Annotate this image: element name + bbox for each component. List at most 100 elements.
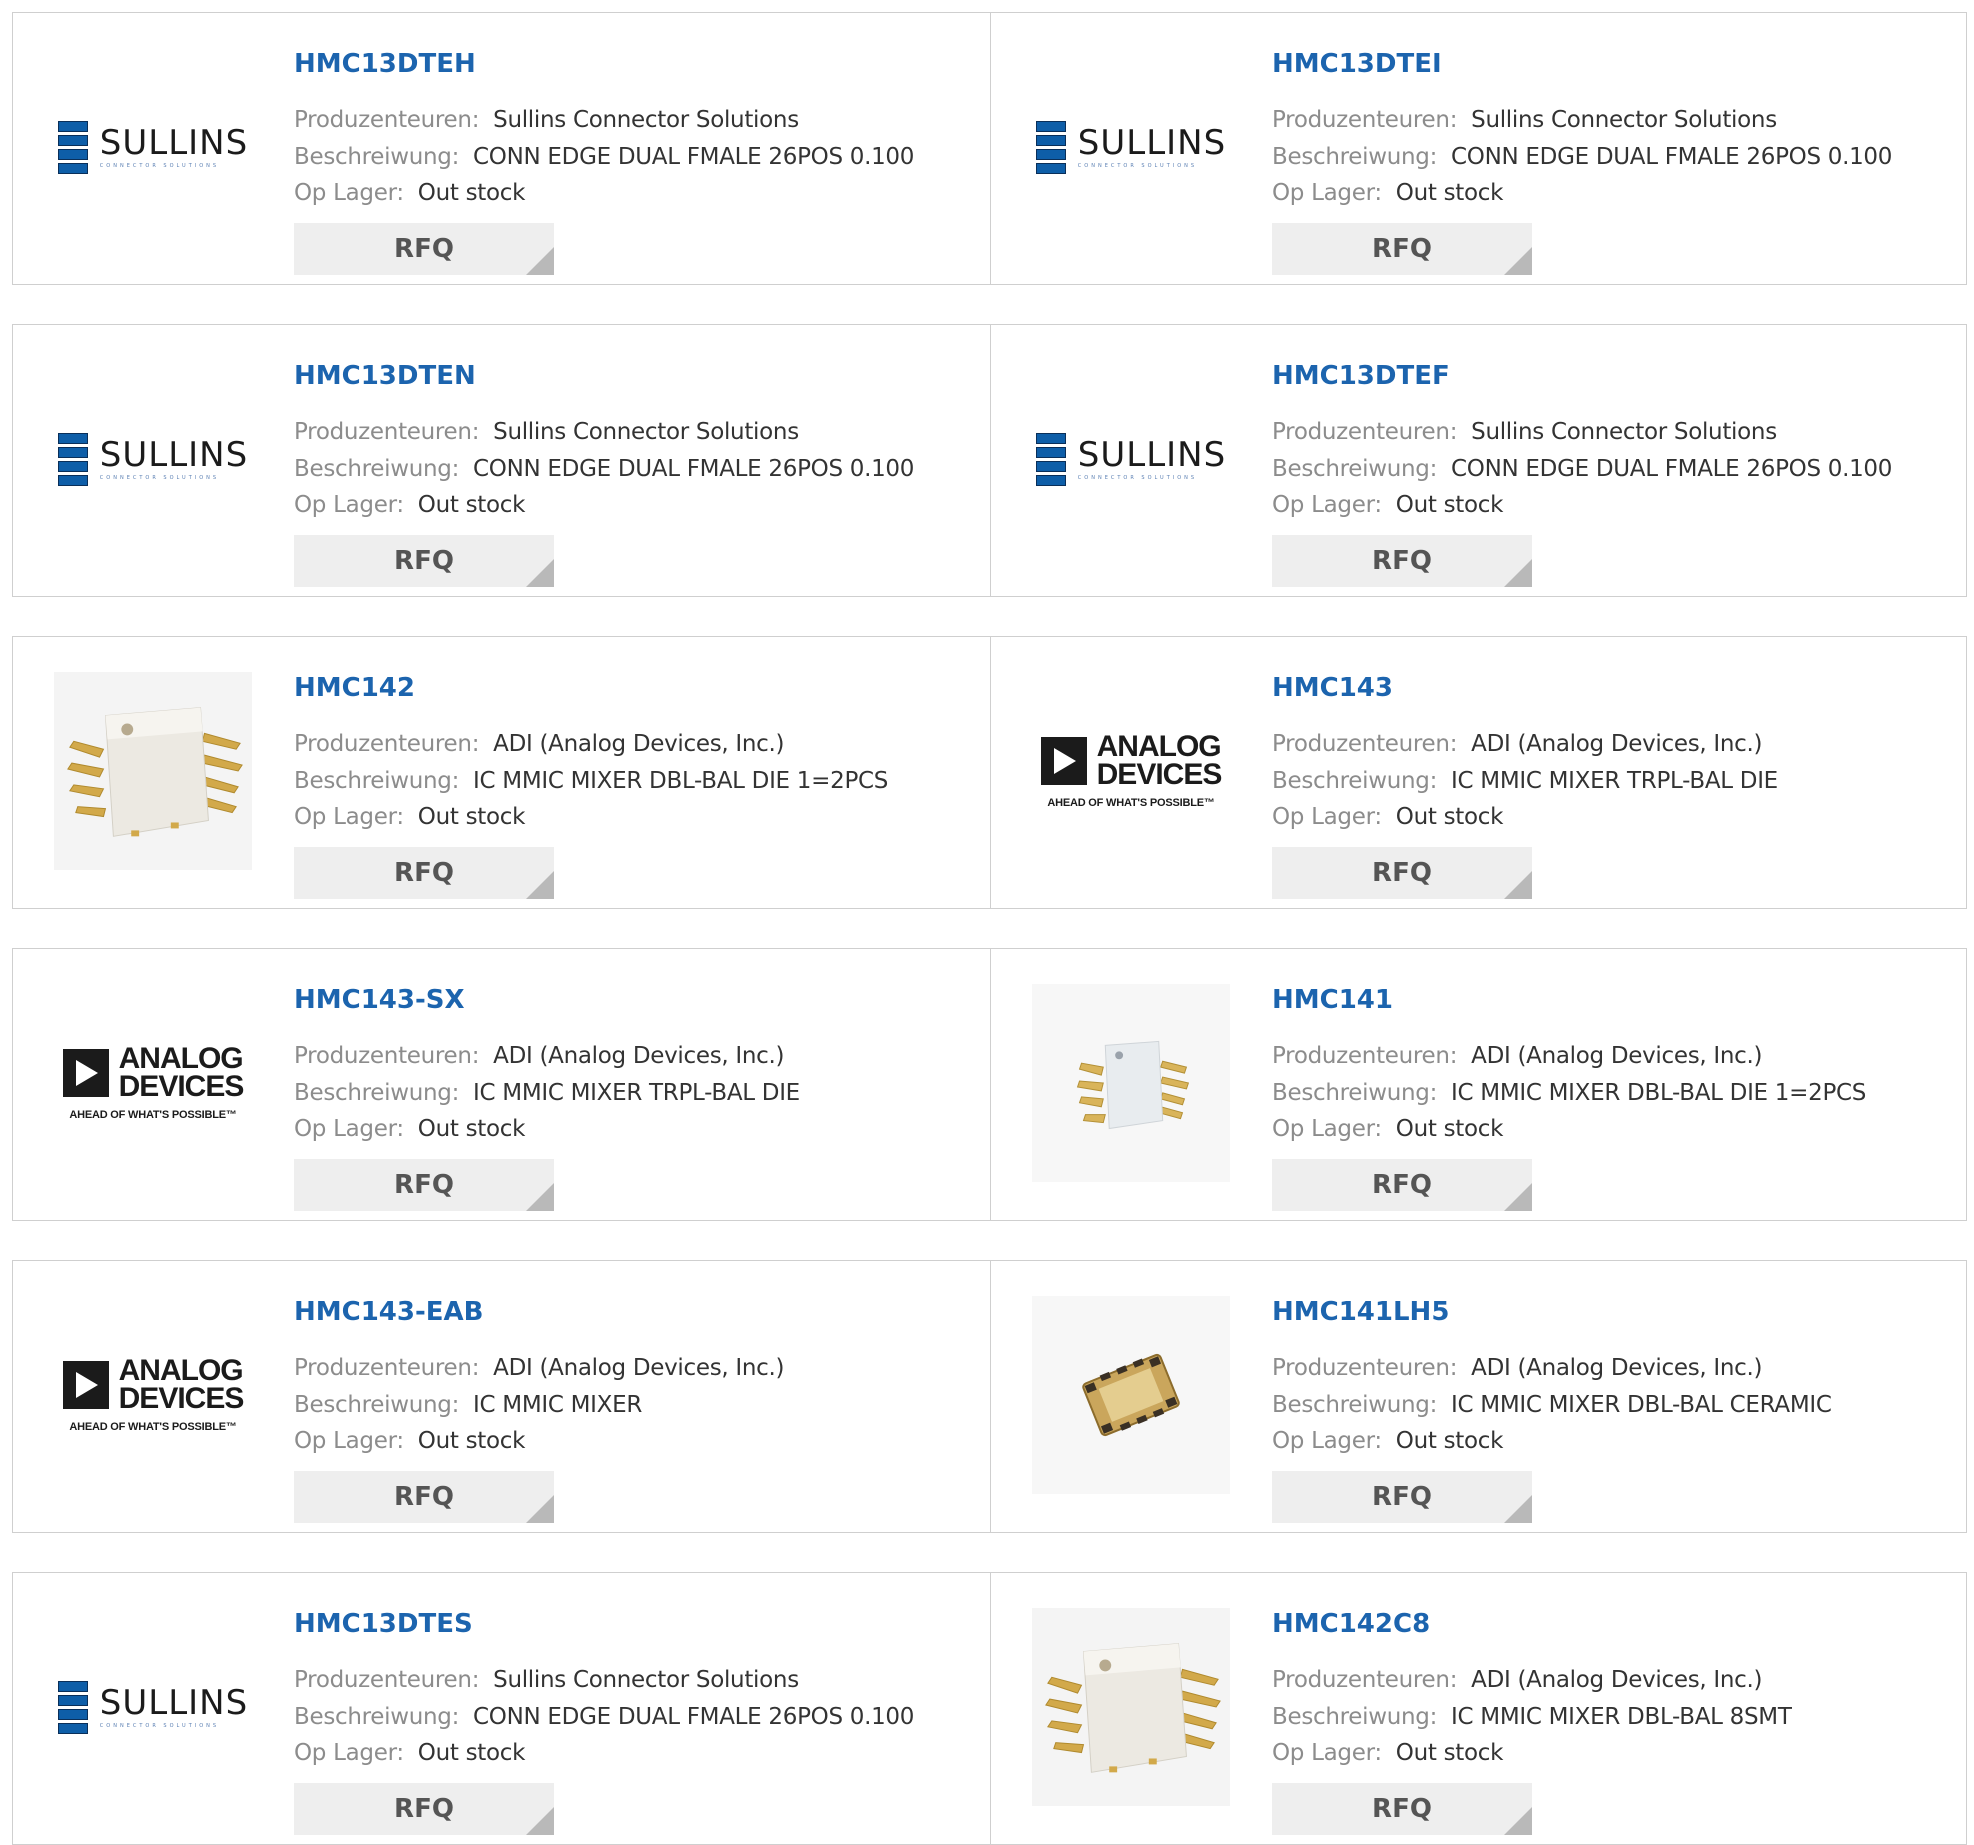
part-number-link[interactable]: HMC13DTES	[294, 1609, 473, 1639]
description-value: IC MMIC MIXER DBL-BAL DIE 1=2PCS	[1451, 1080, 1867, 1106]
manufacturer-line: Produzenteuren: ADI (Analog Devices, Inc.…	[1272, 1043, 1762, 1069]
rfq-button[interactable]: RFQ	[294, 223, 554, 275]
stock-label: Op Lager:	[294, 1740, 404, 1766]
product-row: SULLINS CONNECTOR SOLUTIONS HMC13DTEH Pro…	[12, 12, 1967, 285]
rfq-button[interactable]: RFQ	[294, 847, 554, 899]
stock-label: Op Lager:	[1272, 492, 1382, 518]
product-image[interactable]	[1032, 984, 1230, 1182]
stock-value: Out stock	[1395, 180, 1504, 206]
rfq-label: RFQ	[1372, 858, 1432, 888]
rfq-button[interactable]: RFQ	[294, 1783, 554, 1835]
manufacturer-label: Produzenteuren:	[1272, 107, 1458, 133]
description-value: CONN EDGE DUAL FMALE 26POS 0.100	[1451, 144, 1893, 170]
corner-triangle-icon	[1504, 247, 1532, 275]
product-image[interactable]: SULLINS CONNECTOR SOLUTIONS	[1032, 360, 1230, 558]
logo-tagline: AHEAD OF WHAT'S POSSIBLE™	[69, 1109, 237, 1121]
product-row: ANALOG DEVICES AHEAD OF WHAT'S POSSIBLE™…	[12, 948, 1967, 1221]
stock-line: Op Lager: Out stock	[294, 492, 525, 518]
corner-triangle-icon	[1504, 1183, 1532, 1211]
stock-line: Op Lager: Out stock	[294, 180, 525, 206]
manufacturer-label: Produzenteuren:	[294, 1355, 480, 1381]
sullins-bars-icon	[57, 120, 88, 174]
stock-value: Out stock	[1395, 492, 1504, 518]
product-image[interactable]: ANALOG DEVICES AHEAD OF WHAT'S POSSIBLE™	[54, 1296, 252, 1494]
product-image[interactable]: SULLINS CONNECTOR SOLUTIONS	[54, 1608, 252, 1806]
stock-value: Out stock	[1395, 1740, 1504, 1766]
rfq-button[interactable]: RFQ	[1272, 535, 1532, 587]
part-number-link[interactable]: HMC143-EAB	[294, 1297, 483, 1327]
manufacturer-line: Produzenteuren: ADI (Analog Devices, Inc.…	[1272, 1355, 1762, 1381]
rfq-button[interactable]: RFQ	[1272, 223, 1532, 275]
product-card: SULLINS CONNECTOR SOLUTIONS HMC13DTES Pro…	[13, 1573, 990, 1844]
product-image[interactable]: ANALOG DEVICES AHEAD OF WHAT'S POSSIBLE™	[54, 984, 252, 1182]
description-line: Beschreiwung: IC MMIC MIXER DBL-BAL 8SMT	[1272, 1704, 1792, 1730]
description-line: Beschreiwung: IC MMIC MIXER	[294, 1392, 642, 1418]
corner-triangle-icon	[1504, 1495, 1532, 1523]
manufacturer-line: Produzenteuren: ADI (Analog Devices, Inc.…	[1272, 1667, 1762, 1693]
manufacturer-label: Produzenteuren:	[1272, 1667, 1458, 1693]
part-number-link[interactable]: HMC141	[1272, 985, 1393, 1015]
manufacturer-line: Produzenteuren: ADI (Analog Devices, Inc.…	[294, 731, 784, 757]
part-number-link[interactable]: HMC141LH5	[1272, 1297, 1449, 1327]
manufacturer-value: ADI (Analog Devices, Inc.)	[493, 1355, 785, 1381]
rfq-label: RFQ	[1372, 546, 1432, 576]
part-number-link[interactable]: HMC13DTEN	[294, 361, 476, 391]
manufacturer-value: Sullins Connector Solutions	[493, 1667, 799, 1693]
part-number-link[interactable]: HMC142	[294, 673, 415, 703]
part-number-link[interactable]: HMC143-SX	[294, 985, 465, 1015]
manufacturer-label: Produzenteuren:	[1272, 731, 1458, 757]
logo-subtext: CONNECTOR SOLUTIONS	[99, 163, 220, 169]
manufacturer-label: Produzenteuren:	[294, 1667, 480, 1693]
rfq-button[interactable]: RFQ	[1272, 1159, 1532, 1211]
description-value: CONN EDGE DUAL FMALE 26POS 0.100	[473, 1704, 915, 1730]
manufacturer-value: ADI (Analog Devices, Inc.)	[1471, 1043, 1763, 1069]
description-label: Beschreiwung:	[294, 1392, 460, 1418]
stock-label: Op Lager:	[294, 1428, 404, 1454]
product-image[interactable]: ANALOG DEVICES AHEAD OF WHAT'S POSSIBLE™	[1032, 672, 1230, 870]
stock-line: Op Lager: Out stock	[294, 1428, 525, 1454]
part-number-link[interactable]: HMC142C8	[1272, 1609, 1430, 1639]
adi-triangle-icon	[62, 1361, 109, 1409]
description-label: Beschreiwung:	[294, 456, 460, 482]
manufacturer-line: Produzenteuren: Sullins Connector Solutio…	[294, 1667, 799, 1693]
product-image[interactable]: SULLINS CONNECTOR SOLUTIONS	[54, 360, 252, 558]
manufacturer-label: Produzenteuren:	[1272, 1043, 1458, 1069]
product-card: HMC141 Produzenteuren: ADI (Analog Devices…	[990, 949, 1968, 1220]
part-number-link[interactable]: HMC13DTEF	[1272, 361, 1450, 391]
description-label: Beschreiwung:	[1272, 768, 1438, 794]
sullins-bars-icon	[1035, 120, 1066, 174]
manufacturer-value: Sullins Connector Solutions	[493, 419, 799, 445]
rfq-button[interactable]: RFQ	[1272, 847, 1532, 899]
product-card: ANALOG DEVICES AHEAD OF WHAT'S POSSIBLE™…	[13, 1261, 990, 1532]
product-image[interactable]: SULLINS CONNECTOR SOLUTIONS	[1032, 48, 1230, 246]
stock-value: Out stock	[1395, 804, 1504, 830]
description-line: Beschreiwung: IC MMIC MIXER DBL-BAL DIE 1…	[1272, 1080, 1866, 1106]
stock-line: Op Lager: Out stock	[294, 1740, 525, 1766]
stock-line: Op Lager: Out stock	[294, 804, 525, 830]
rfq-button[interactable]: RFQ	[294, 1471, 554, 1523]
stock-label: Op Lager:	[294, 492, 404, 518]
part-number-link[interactable]: HMC13DTEI	[1272, 49, 1442, 79]
manufacturer-line: Produzenteuren: Sullins Connector Solutio…	[1272, 419, 1777, 445]
description-line: Beschreiwung: IC MMIC MIXER DBL-BAL DIE 1…	[294, 768, 888, 794]
rfq-label: RFQ	[1372, 1482, 1432, 1512]
logo-text: SULLINS	[99, 123, 249, 163]
product-grid: SULLINS CONNECTOR SOLUTIONS HMC13DTEH Pro…	[0, 0, 1974, 1845]
product-image[interactable]	[54, 672, 252, 870]
part-number-link[interactable]: HMC13DTEH	[294, 49, 476, 79]
logo-text: SULLINS	[1077, 123, 1227, 163]
sullins-logo: SULLINS CONNECTOR SOLUTIONS	[57, 432, 248, 486]
part-number-link[interactable]: HMC143	[1272, 673, 1393, 703]
rfq-label: RFQ	[1372, 234, 1432, 264]
product-image[interactable]	[1032, 1608, 1230, 1806]
logo-subtext: CONNECTOR SOLUTIONS	[99, 475, 220, 481]
rfq-button[interactable]: RFQ	[1272, 1471, 1532, 1523]
stock-value: Out stock	[417, 492, 526, 518]
product-image[interactable]	[1032, 1296, 1230, 1494]
rfq-button[interactable]: RFQ	[1272, 1783, 1532, 1835]
rfq-button[interactable]: RFQ	[294, 535, 554, 587]
description-label: Beschreiwung:	[1272, 1704, 1438, 1730]
rfq-button[interactable]: RFQ	[294, 1159, 554, 1211]
product-image[interactable]: SULLINS CONNECTOR SOLUTIONS	[54, 48, 252, 246]
corner-triangle-icon	[526, 247, 554, 275]
